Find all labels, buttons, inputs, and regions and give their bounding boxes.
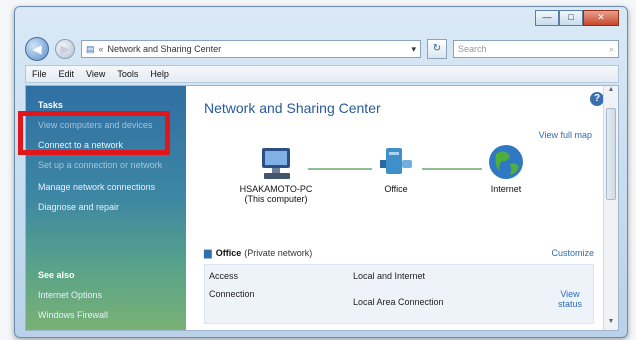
task-set-up-connection[interactable]: Set up a connection or network [38,160,162,170]
network-icon [380,148,412,174]
network-properties: Access Local and Internet Connection Loc… [204,264,594,324]
scrollbar-thumb[interactable] [606,108,616,200]
connection-value: Local Area Connection [353,297,444,307]
scroll-up-icon[interactable]: ▲ [604,86,618,98]
connection-line [308,168,372,170]
globe-icon [489,145,523,179]
window: — □ ✕ ◀ ▶ ▤ « Network and Sharing Center… [14,6,628,338]
access-label: Access [209,271,239,281]
connection-line [422,168,482,170]
network-folder-icon: ▤ [86,43,95,54]
vertical-scrollbar[interactable]: ▲ ▼ [603,86,618,330]
page-title: Network and Sharing Center [204,100,381,116]
highlight-box [18,111,170,155]
forward-button[interactable]: ▶ [55,39,75,59]
chevron-down-icon[interactable]: ▾ [411,44,416,55]
help-icon[interactable]: ? [590,92,604,106]
node-office[interactable]: Office [366,146,426,194]
breadcrumb-separator: « [98,44,104,54]
menu-help[interactable]: Help [150,69,169,79]
node-internet[interactable]: Internet [476,142,536,194]
address-bar[interactable]: ▤ « Network and Sharing Center ▾ [81,40,421,58]
back-button[interactable]: ◀ [25,37,49,61]
network-name: Office [215,248,242,258]
breadcrumb-path[interactable]: Network and Sharing Center [108,44,222,54]
see-also-heading: See also [38,270,75,280]
see-also-internet-options[interactable]: Internet Options [38,290,102,300]
refresh-button[interactable]: ↻ [427,39,447,59]
task-diagnose-repair[interactable]: Diagnose and repair [38,202,119,212]
node-label: Internet [490,184,522,194]
search-placeholder: Search [458,44,487,54]
customize-link[interactable]: Customize [551,248,594,258]
connection-label: Connection [209,289,255,299]
task-manage-connections[interactable]: Manage network connections [38,182,155,192]
view-status-link[interactable]: View status [555,289,585,309]
search-input[interactable]: Search ⌕ [453,40,619,58]
network-type: (Private network) [244,248,313,258]
menu-edit[interactable]: Edit [59,69,75,79]
access-value: Local and Internet [353,271,426,281]
menu-bar: File Edit View Tools Help [25,65,619,83]
node-label: Office [384,184,408,194]
menu-file[interactable]: File [32,69,47,79]
network-icon: ▆ [204,247,212,259]
maximize-button[interactable]: □ [559,10,583,26]
menu-tools[interactable]: Tools [117,69,138,79]
node-this-computer[interactable]: HSAKAMOTO-PC (This computer) [236,146,316,204]
computer-icon [262,148,290,179]
view-full-map-link[interactable]: View full map [539,130,592,140]
tasks-heading: Tasks [38,100,63,110]
node-sublabel: (This computer) [244,194,308,204]
see-also-windows-firewall[interactable]: Windows Firewall [38,310,108,320]
search-icon[interactable]: ⌕ [609,44,614,55]
network-section-header: ▆ Office (Private network) Customize [204,244,594,262]
main-panel: Network and Sharing Center ? View full m… [186,86,618,330]
navigation-bar: ◀ ▶ ▤ « Network and Sharing Center ▾ ↻ S… [25,37,619,61]
menu-view[interactable]: View [86,69,105,79]
scroll-down-icon[interactable]: ▼ [604,318,618,330]
node-label: HSAKAMOTO-PC [239,184,313,194]
window-controls: — □ ✕ [535,10,619,26]
close-button[interactable]: ✕ [583,10,619,26]
minimize-button[interactable]: — [535,10,559,26]
